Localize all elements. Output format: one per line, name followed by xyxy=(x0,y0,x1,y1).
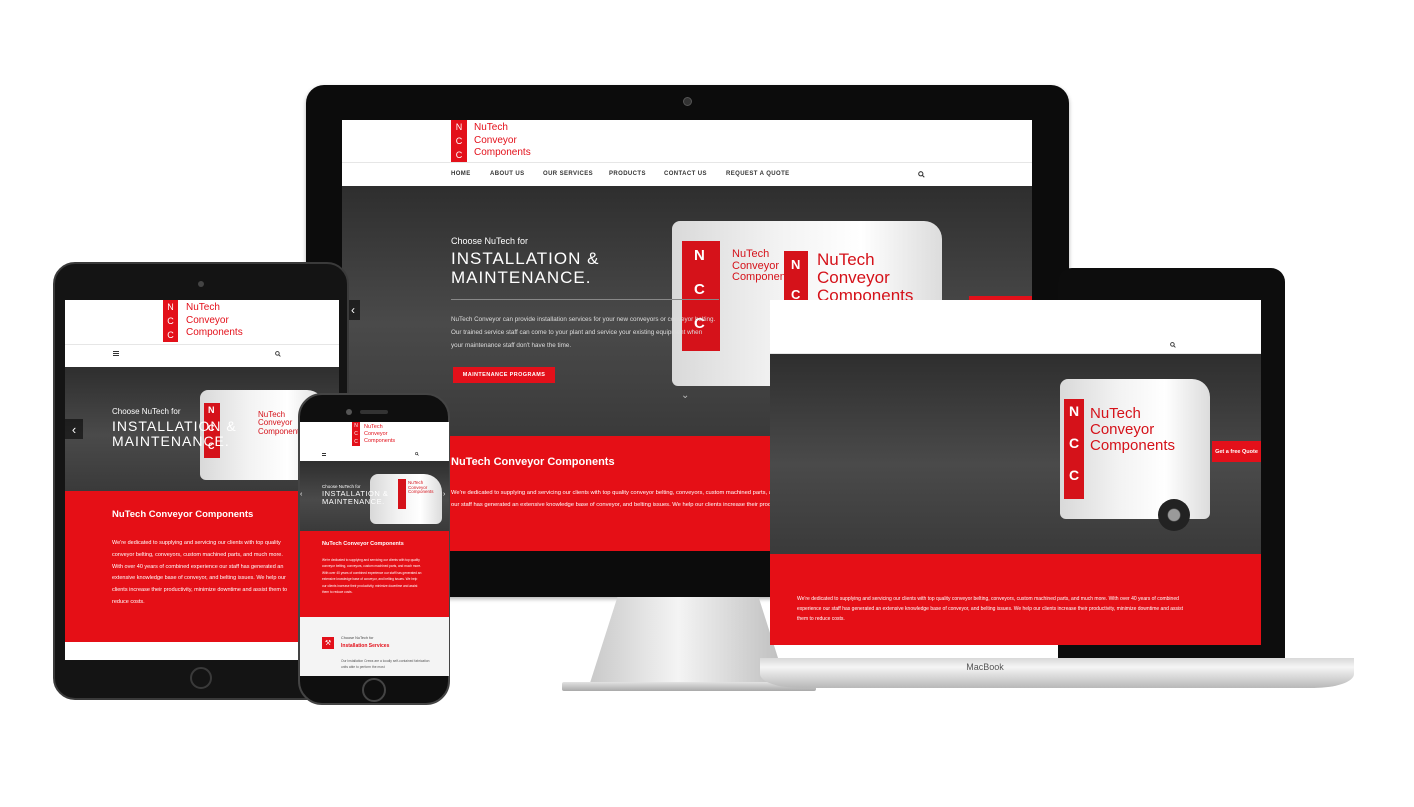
chevron-down-icon[interactable]: ⌄ xyxy=(681,390,689,401)
search-icon[interactable] xyxy=(415,452,419,456)
hero-description: NuTech Conveyor can provide installation… xyxy=(451,316,716,349)
brand-name[interactable]: NuTech Conveyor Components xyxy=(364,424,395,445)
brand-logo-mark[interactable]: N C C xyxy=(352,422,360,446)
nav-request-a-quote[interactable]: REQUEST A QUOTE xyxy=(726,171,790,177)
chevron-left-icon[interactable]: ‹ xyxy=(65,419,83,439)
home-button xyxy=(190,667,212,689)
nav-about-us[interactable]: ABOUT US xyxy=(490,171,525,177)
brand-logo-mark[interactable]: N C C xyxy=(163,300,178,342)
search-icon[interactable] xyxy=(918,171,925,178)
logo-initial: N xyxy=(455,122,463,132)
hero-title: INSTALLATION & MAINTENANCE. xyxy=(322,489,388,507)
brand-name-line: NuTech xyxy=(186,302,220,313)
hero-section: NCC NuTech Conveyor Components Get a free … xyxy=(770,354,1261,554)
about-description: We're dedicated to supplying and servici… xyxy=(797,596,1184,622)
van-decal: NuTech Conveyor Components xyxy=(258,410,304,436)
chevron-left-icon[interactable]: ‹ xyxy=(300,491,302,498)
hero-title-line: MAINTENANCE. xyxy=(112,433,230,450)
hero-title: INSTALLATION & MAINTENANCE. xyxy=(112,418,237,450)
about-section: We're dedicated to supplying and servici… xyxy=(770,554,1261,645)
brand-name-line: NuTech xyxy=(364,424,383,430)
speaker-grille xyxy=(360,410,388,414)
hero-title-line: MAINTENANCE. xyxy=(451,267,592,287)
brand-name-line: Components xyxy=(474,147,531,158)
brand-name-line: Conveyor xyxy=(364,431,388,437)
nav-our-services[interactable]: OUR SERVICES xyxy=(543,171,593,177)
search-icon[interactable] xyxy=(1170,342,1176,348)
van-decal: NuTech Conveyor Components xyxy=(1090,405,1176,454)
van-decal: NuTech Conveyor Components xyxy=(408,480,434,495)
brand-name[interactable]: NuTech Conveyor Components xyxy=(474,122,531,160)
free-quote-button[interactable]: Get a free Quote xyxy=(1212,441,1261,462)
logo-initial: N xyxy=(354,423,358,429)
logo-initial: C xyxy=(167,316,174,326)
search-icon[interactable] xyxy=(275,351,281,357)
hero-section: NuTech Conveyor Components Choose NuTech f… xyxy=(300,461,449,531)
wrench-icon: ⚒ xyxy=(322,637,334,649)
logo-initial: C xyxy=(455,136,463,146)
hero-title: INSTALLATION & MAINTENANCE. xyxy=(451,249,600,287)
hero-kicker: Choose NuTech for xyxy=(451,236,529,246)
about-title: NuTech Conveyor Components xyxy=(322,541,404,547)
van-image: NCC NuTech Conveyor Components xyxy=(1060,374,1220,534)
about-description: We're dedicated to supplying and servici… xyxy=(112,540,288,605)
van-decal: NuTech Conveyor Components xyxy=(817,250,914,305)
hero-title-line: MAINTENANCE. xyxy=(322,497,385,507)
camera-icon xyxy=(198,281,204,287)
camera-icon xyxy=(683,97,692,106)
services-section: ⚒ Choose NuTech for Installation Service… xyxy=(300,617,449,676)
services-title: Installation Services xyxy=(341,643,390,649)
nav-contact-us[interactable]: CONTACT US xyxy=(664,171,707,177)
brand-name[interactable]: NuTech Conveyor Components xyxy=(186,302,243,340)
hamburger-icon[interactable] xyxy=(322,453,326,456)
macbook-label: MacBook xyxy=(966,662,1004,672)
macbook-screen: NCC NuTech Conveyor Components Get a free … xyxy=(770,300,1261,645)
home-button xyxy=(362,678,386,702)
iphone-screen: N C C NuTech Conveyor Components NuTech C… xyxy=(300,422,449,676)
hero-divider xyxy=(451,299,719,300)
logo-initial: C xyxy=(167,330,174,340)
imac-stand xyxy=(590,597,786,683)
brand-name-line: Conveyor xyxy=(474,134,517,146)
brand-logo-mark[interactable]: N C C xyxy=(451,120,467,162)
about-title: NuTech Conveyor Components xyxy=(112,509,254,520)
logo-initial: C xyxy=(354,431,358,437)
hero-title-line: INSTALLATION & xyxy=(451,249,600,268)
header-divider xyxy=(342,162,1032,163)
chevron-right-icon[interactable]: › xyxy=(443,491,445,498)
header-divider xyxy=(65,344,339,345)
about-description: We're dedicated to supplying and servici… xyxy=(322,558,422,595)
brand-name-line: Components xyxy=(364,438,396,444)
brand-name-line: Conveyor xyxy=(186,314,229,326)
hero-title-line: INSTALLATION & xyxy=(112,418,237,434)
maintenance-programs-button[interactable]: MAINTENANCE PROGRAMS xyxy=(453,367,555,383)
brand-name-line: NuTech xyxy=(474,122,508,133)
logo-initial: N xyxy=(167,302,174,312)
hamburger-icon[interactable] xyxy=(113,351,119,356)
brand-name-line: Components xyxy=(186,327,243,338)
services-description: Our Installation Crews are a locally sel… xyxy=(341,659,430,669)
logo-initial: C xyxy=(354,439,358,445)
hero-kicker: Choose NuTech for xyxy=(112,407,181,416)
about-section: NuTech Conveyor Components We're dedicat… xyxy=(300,531,449,617)
nav-products[interactable]: PRODUCTS xyxy=(609,171,646,177)
camera-icon xyxy=(346,409,352,415)
services-kicker: Choose NuTech for xyxy=(341,636,374,640)
nav-home[interactable]: HOME xyxy=(451,171,471,177)
macbook-base xyxy=(760,658,1354,688)
logo-initial: C xyxy=(455,150,463,160)
about-title: NuTech Conveyor Components xyxy=(451,456,615,468)
